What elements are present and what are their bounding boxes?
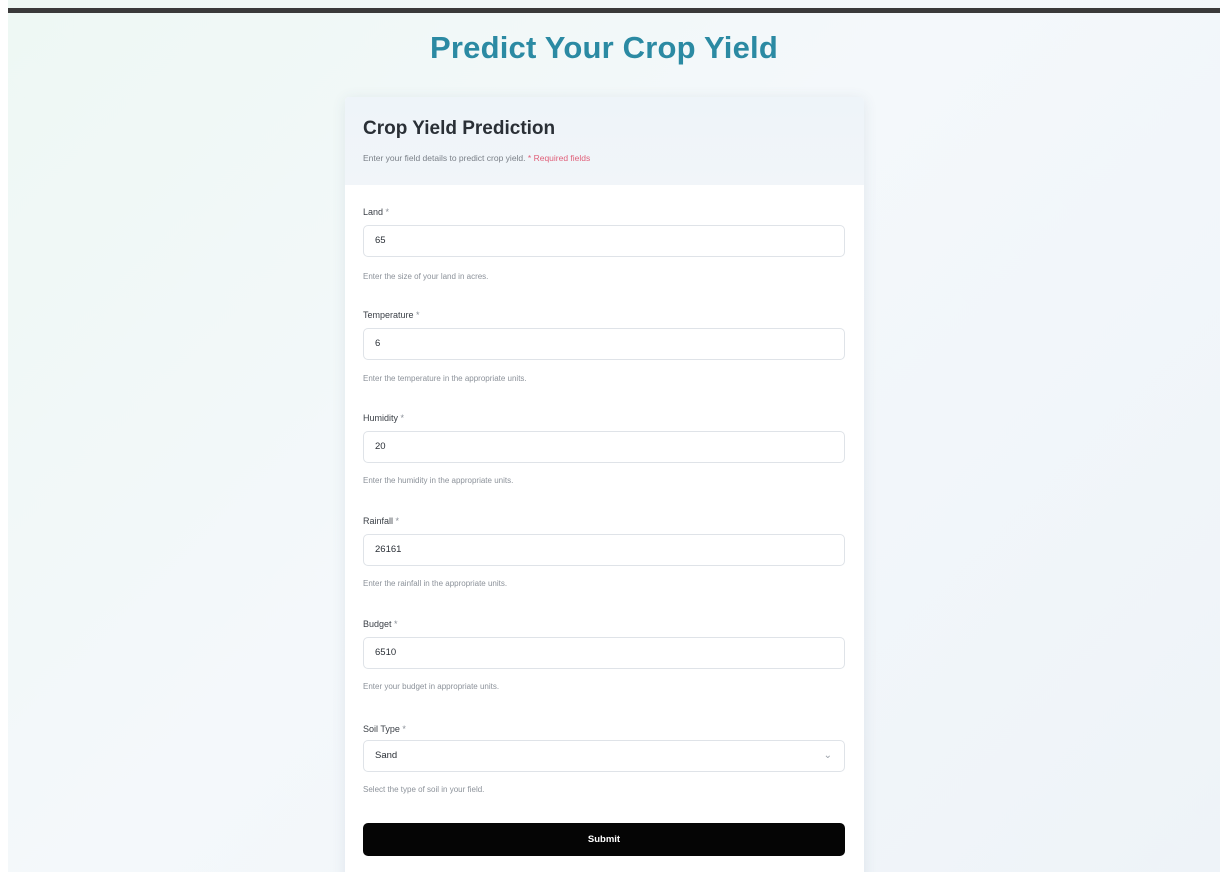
rainfall-input[interactable]: 26161 [363,534,845,566]
soil-type-label: Soil Type * [363,724,406,734]
humidity-input[interactable]: 20 [363,431,845,463]
land-input[interactable]: 65 [363,225,845,257]
humidity-label-text: Humidity [363,413,399,423]
soil-type-required-mark: * [402,724,406,734]
chevron-down-icon: ⌄ [823,750,832,761]
budget-required-mark: * [394,619,398,629]
temperature-label-text: Temperature [363,310,414,320]
land-required-mark: * [385,207,390,217]
right-frame [1220,0,1228,872]
temperature-help-text: Enter the temperature in the appropriate… [363,374,527,383]
rainfall-help-text: Enter the rainfall in the appropriate un… [363,579,508,588]
land-label-text: Land [363,207,384,217]
card-header: Crop Yield Prediction Enter your field d… [345,97,864,185]
humidity-label: Humidity * [363,413,404,423]
budget-help-text: Enter your budget in appropriate units. [363,682,500,691]
land-label: Land * [363,207,389,217]
left-frame [0,0,8,872]
page-title: Predict Your Crop Yield [430,30,778,65]
temperature-required-mark: * [416,310,420,320]
top-border-bar [8,8,1220,13]
card-description: Enter your field details to predict crop… [363,153,590,163]
budget-input[interactable]: 6510 [363,637,845,669]
card-title: Crop Yield Prediction [363,118,556,139]
soil-type-help-text: Select the type of soil in your field. [363,785,485,794]
submit-button[interactable]: Submit [363,823,845,856]
soil-type-selected-value: Sand [375,750,398,761]
temperature-input[interactable]: 6 [363,328,845,360]
soil-type-select[interactable]: Sand ⌄ [363,740,845,772]
rainfall-label: Rainfall * [363,516,399,526]
prediction-form-card: Crop Yield Prediction Enter your field d… [345,97,864,872]
soil-type-label-text: Soil Type [363,724,400,734]
required-fields-note: * Required fields [527,153,591,163]
rainfall-label-text: Rainfall [363,516,394,526]
card-description-text: Enter your field details to predict crop… [363,153,526,163]
budget-label: Budget * [363,619,398,629]
temperature-label: Temperature * [363,310,420,320]
rainfall-required-mark: * [395,516,400,526]
land-help-text: Enter the size of your land in acres. [363,272,489,281]
budget-label-text: Budget [363,619,392,629]
humidity-required-mark: * [400,413,405,423]
humidity-help-text: Enter the humidity in the appropriate un… [363,476,514,485]
